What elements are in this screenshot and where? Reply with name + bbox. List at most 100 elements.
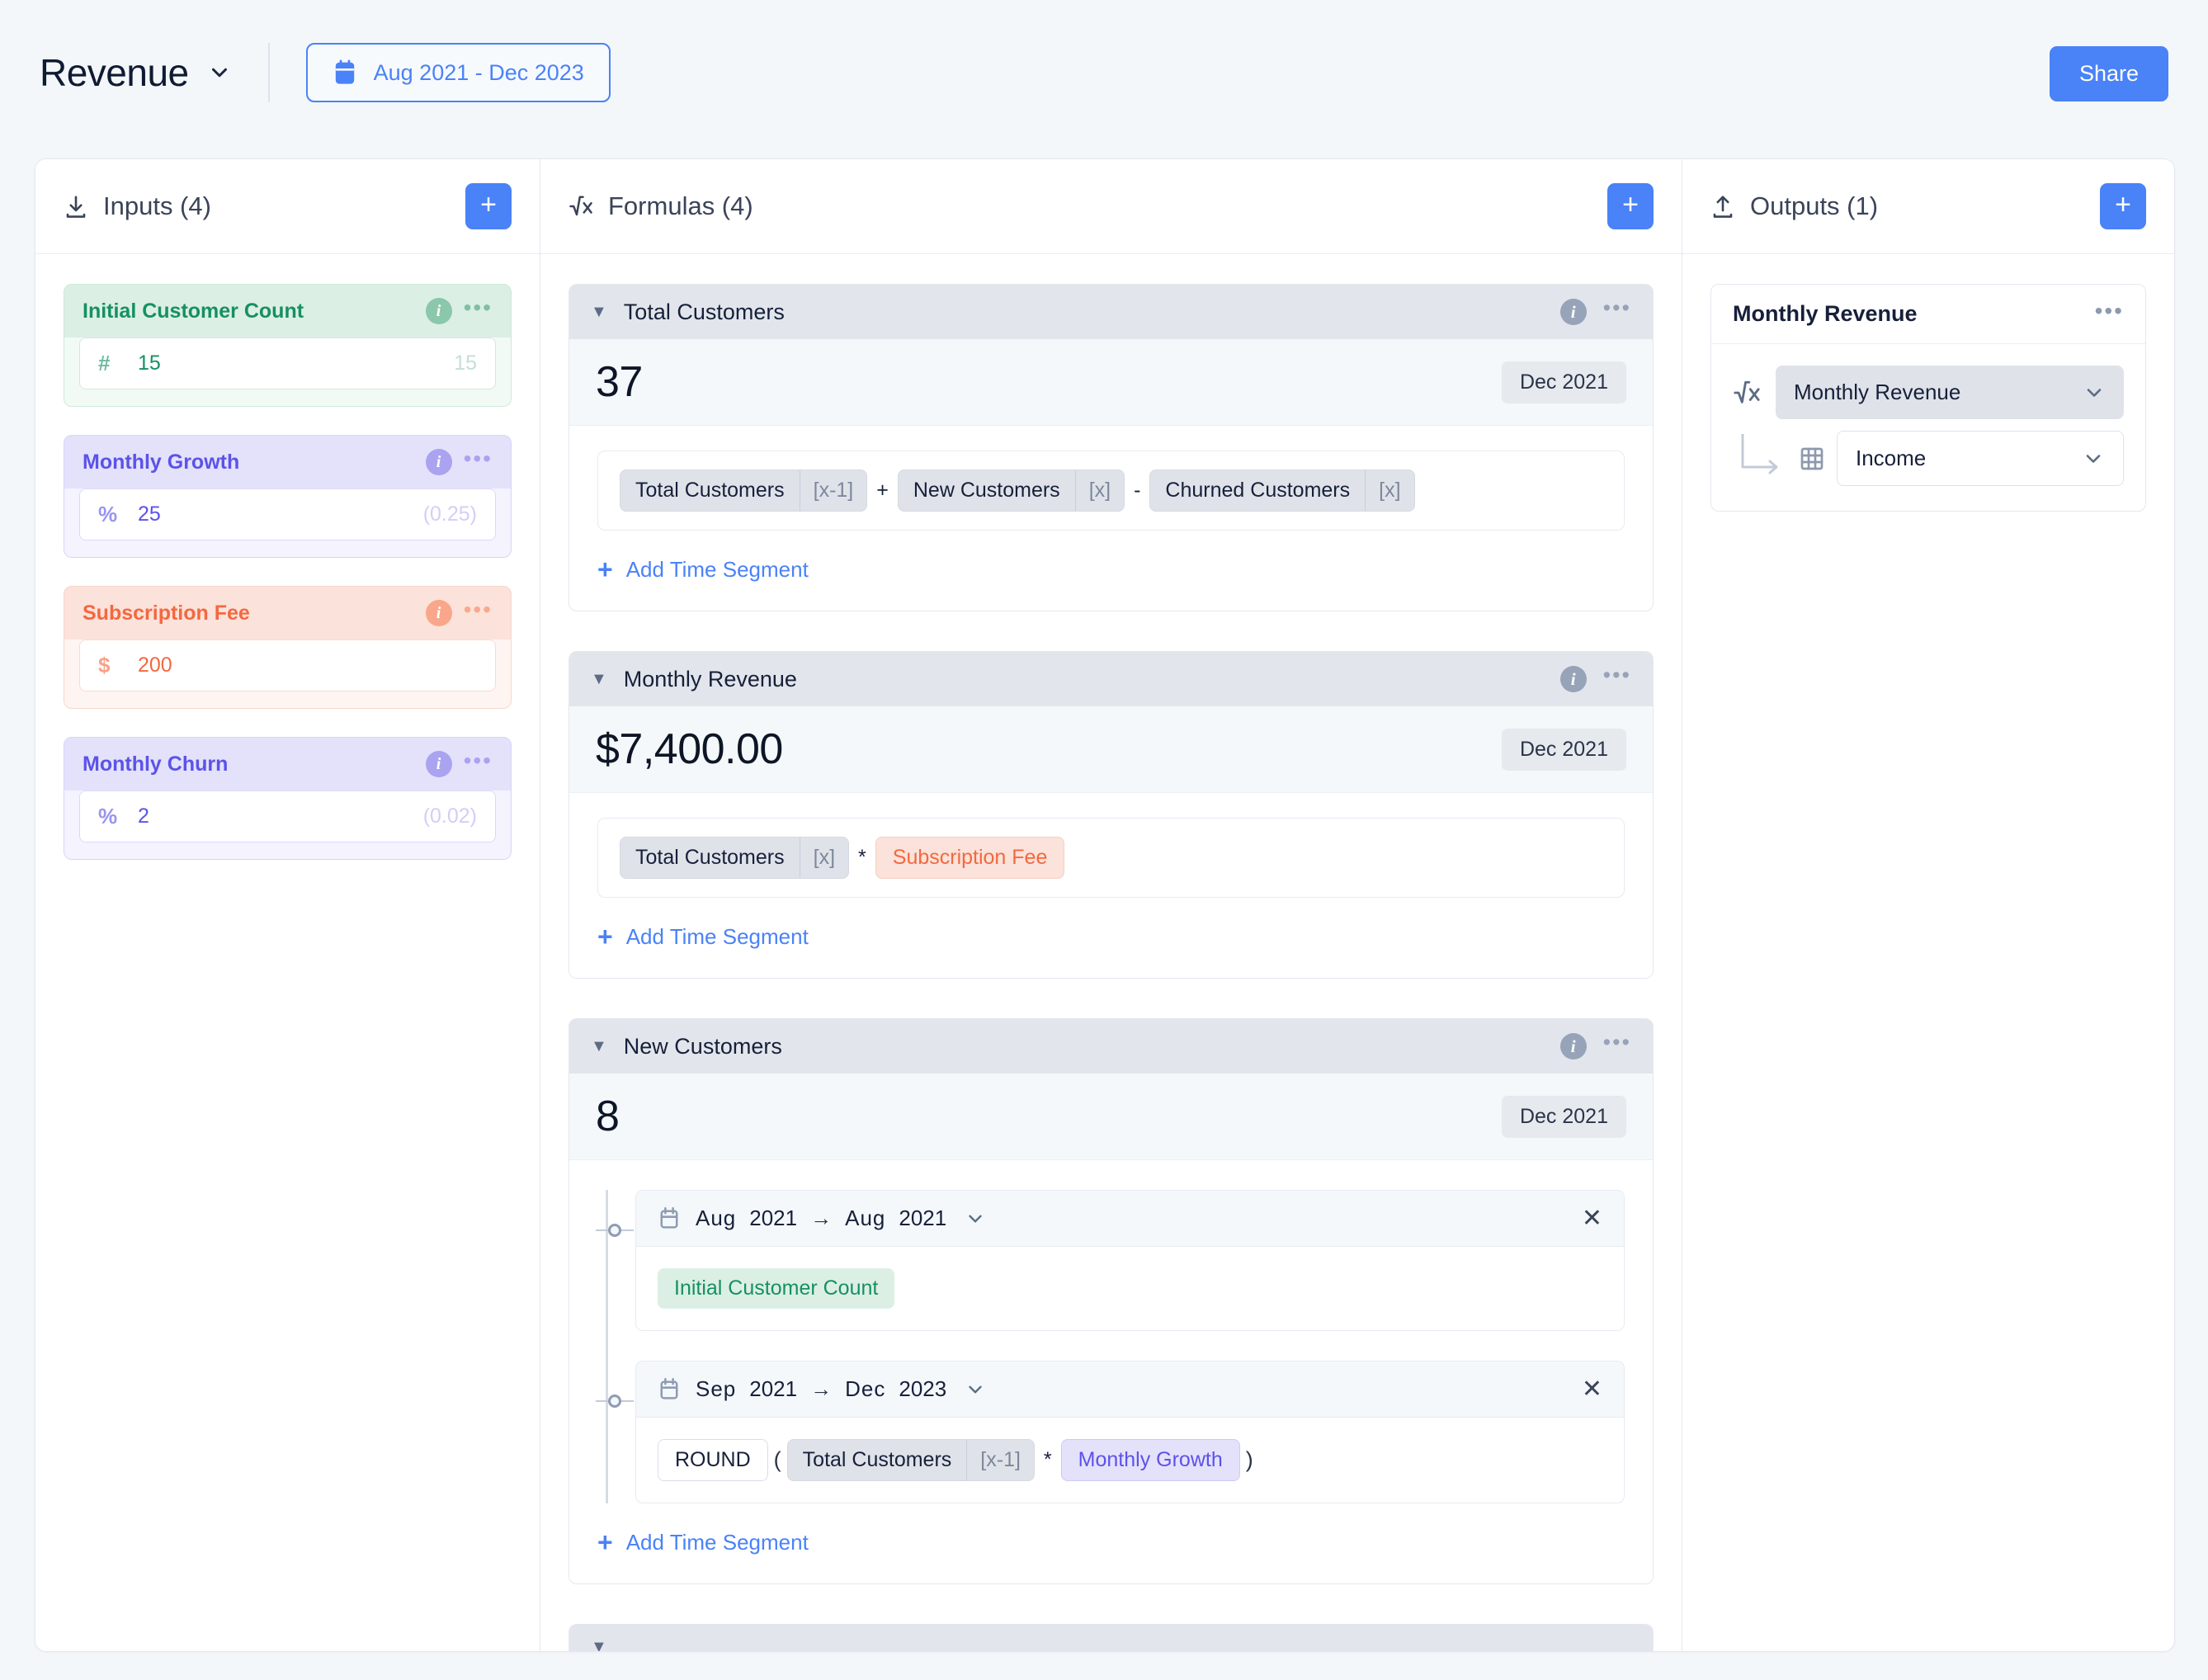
formula-card-header[interactable]: ▼ New Customers i ••• <box>569 1019 1653 1074</box>
collapse-caret-icon[interactable]: ▼ <box>591 1639 607 1651</box>
add-time-segment-button[interactable]: + Add Time Segment <box>569 531 1653 611</box>
segment-header[interactable]: Aug 2021 → Aug 2021 ✕ <box>636 1191 1624 1247</box>
percent-icon: % <box>98 804 118 828</box>
add-formula-button[interactable]: + <box>1607 183 1654 229</box>
token-label: Total Customers <box>802 1448 952 1471</box>
formula-token-ref[interactable]: Total Customers [x-1] <box>786 1439 1035 1481</box>
input-card-monthly-growth[interactable]: Monthly Growth i ••• % 25 (0.25) <box>64 435 512 558</box>
segment-to-month: Dec <box>845 1376 886 1401</box>
formula-token-function-round[interactable]: ROUND <box>658 1439 768 1481</box>
info-icon[interactable]: i <box>1559 1033 1587 1059</box>
formula-token-ref[interactable]: Churned Customers [x] <box>1149 470 1415 512</box>
formula-value: $7,400.00 <box>596 725 783 773</box>
more-options-icon[interactable]: ••• <box>1603 297 1631 321</box>
collapse-caret-icon[interactable]: ▼ <box>591 304 607 320</box>
segment-box: Sep 2021 → Dec 2023 ✕ ROUND (Total Cust… <box>635 1361 1625 1503</box>
segment-from-month: Aug <box>696 1206 737 1230</box>
input-card-header: Monthly Churn i ••• <box>64 738 511 790</box>
input-card-header: Subscription Fee i ••• <box>64 587 511 639</box>
input-field[interactable]: % 2 (0.02) <box>79 790 496 842</box>
formula-expression[interactable]: Total Customers [x-1] + New Customers [x… <box>597 451 1625 531</box>
segment-expression[interactable]: Initial Customer Count <box>636 1247 1624 1330</box>
token-offset: [x-1] <box>966 1440 1034 1480</box>
formula-card-header[interactable]: ▼ Monthly Revenue i ••• <box>569 652 1653 706</box>
formula-card-total-customers: ▼ Total Customers i ••• 37 Dec 2021 Tota… <box>569 284 1654 611</box>
more-options-icon[interactable]: ••• <box>1603 664 1631 688</box>
input-name: Monthly Growth <box>83 450 240 474</box>
input-field[interactable]: $ 200 <box>79 639 496 691</box>
chevron-down-icon[interactable] <box>965 1208 986 1229</box>
plus-icon: + <box>597 554 613 584</box>
info-icon[interactable]: i <box>1559 666 1587 692</box>
formula-value: 37 <box>596 358 643 406</box>
info-icon[interactable]: i <box>425 600 452 626</box>
formula-token-input-initial-customer-count[interactable]: Initial Customer Count <box>658 1268 895 1309</box>
segment-date-range[interactable]: Sep 2021 → Dec 2023 <box>696 1376 986 1402</box>
more-options-icon[interactable]: ••• <box>464 598 493 622</box>
share-button[interactable]: Share <box>2049 46 2168 101</box>
input-value: 15 <box>138 352 161 375</box>
output-destination-select[interactable]: Income <box>1837 431 2124 486</box>
segment-from-month: Sep <box>696 1376 737 1401</box>
download-icon <box>64 194 88 219</box>
add-output-button[interactable]: + <box>2100 183 2146 229</box>
calendar-icon <box>333 59 357 86</box>
more-options-icon[interactable]: ••• <box>464 447 493 471</box>
chevron-down-icon[interactable] <box>207 60 232 85</box>
formula-token-input-monthly-growth[interactable]: Monthly Growth <box>1060 1439 1240 1481</box>
upload-icon <box>1710 194 1735 219</box>
formula-token-ref[interactable]: Total Customers [x-1] <box>620 470 868 512</box>
segment-expression[interactable]: ROUND ( Total Customers [x-1] * Monthly … <box>636 1418 1624 1503</box>
formula-card-header[interactable]: ▼ <box>569 1625 1653 1651</box>
formula-card-header[interactable]: ▼ Total Customers i ••• <box>569 285 1653 339</box>
collapse-caret-icon[interactable]: ▼ <box>591 1038 607 1055</box>
formula-token-ref[interactable]: Total Customers [x] <box>620 837 850 879</box>
segment-node-handle[interactable] <box>596 1221 634 1239</box>
add-time-segment-label: Add Time Segment <box>625 1530 809 1555</box>
formula-value: 8 <box>596 1092 620 1140</box>
token-offset: [x] <box>1074 470 1124 511</box>
collapse-caret-icon[interactable]: ▼ <box>591 671 607 687</box>
plus-icon: + <box>597 921 613 951</box>
more-options-icon[interactable]: ••• <box>1603 1031 1631 1055</box>
input-card-body: # 15 15 <box>64 337 511 406</box>
input-card-initial-customer-count[interactable]: Initial Customer Count i ••• # 15 15 <box>64 284 512 407</box>
info-icon[interactable]: i <box>1559 299 1587 325</box>
function-icon <box>569 194 593 219</box>
input-card-monthly-churn[interactable]: Monthly Churn i ••• % 2 (0.02) <box>64 737 512 860</box>
more-options-icon[interactable]: ••• <box>464 749 493 773</box>
time-segments: Aug 2021 → Aug 2021 ✕ Initial Customer C… <box>569 1190 1653 1503</box>
input-card-subscription-fee[interactable]: Subscription Fee i ••• $ 200 <box>64 586 512 709</box>
input-name: Subscription Fee <box>83 601 250 625</box>
segment-header[interactable]: Sep 2021 → Dec 2023 ✕ <box>636 1361 1624 1418</box>
output-formula-row: Monthly Revenue <box>1733 366 2124 419</box>
formula-token-input-subscription-fee[interactable]: Subscription Fee <box>875 837 1065 879</box>
date-range-picker[interactable]: Aug 2021 - Dec 2023 <box>305 43 611 102</box>
remove-segment-icon[interactable]: ✕ <box>1582 1206 1602 1231</box>
add-time-segment-button[interactable]: + Add Time Segment <box>569 898 1653 978</box>
segment-date-range[interactable]: Aug 2021 → Aug 2021 <box>696 1206 986 1231</box>
info-icon[interactable]: i <box>425 751 452 777</box>
input-converted-value: (0.25) <box>422 503 477 526</box>
info-icon[interactable]: i <box>425 298 452 324</box>
output-formula-select[interactable]: Monthly Revenue <box>1776 366 2124 419</box>
remove-segment-icon[interactable]: ✕ <box>1582 1376 1602 1402</box>
token-offset: [x] <box>1365 470 1413 511</box>
segment-node-handle[interactable] <box>596 1392 634 1410</box>
input-card-header: Initial Customer Count i ••• <box>64 285 511 337</box>
inputs-panel-title: Inputs (4) <box>103 191 211 220</box>
input-field[interactable]: % 25 (0.25) <box>79 488 496 540</box>
formula-expression-wrap: Total Customers [x] * Subscription Fee <box>569 793 1653 898</box>
info-icon[interactable]: i <box>425 449 452 475</box>
formula-card-monthly-revenue: ▼ Monthly Revenue i ••• $7,400.00 Dec 20… <box>569 651 1654 979</box>
segment-box: Aug 2021 → Aug 2021 ✕ Initial Customer C… <box>635 1190 1625 1331</box>
add-time-segment-button[interactable]: + Add Time Segment <box>569 1503 1653 1583</box>
more-options-icon[interactable]: ••• <box>2095 299 2124 323</box>
more-options-icon[interactable]: ••• <box>464 296 493 320</box>
formula-token-ref[interactable]: New Customers [x] <box>897 470 1125 512</box>
input-field[interactable]: # 15 15 <box>79 337 496 389</box>
formula-paren-close: ) <box>1245 1447 1253 1472</box>
formula-expression[interactable]: Total Customers [x] * Subscription Fee <box>597 818 1625 898</box>
chevron-down-icon[interactable] <box>965 1379 986 1400</box>
add-input-button[interactable]: + <box>465 183 512 229</box>
